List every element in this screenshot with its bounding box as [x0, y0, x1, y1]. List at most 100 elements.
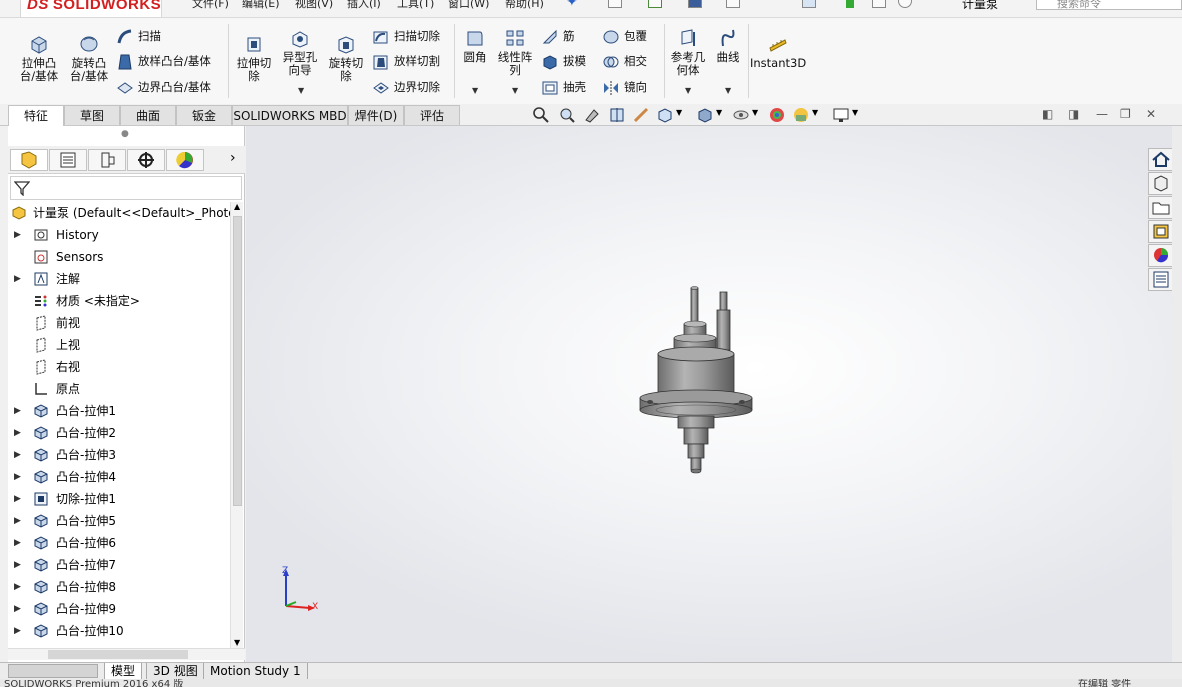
menu-insert[interactable]: 插入(I) — [347, 0, 381, 11]
shell-button[interactable]: 抽壳 — [541, 77, 586, 97]
revolve-cut-button[interactable]: 旋转切 除 — [324, 34, 368, 83]
display-style-icon[interactable] — [696, 106, 714, 124]
expand-arrow-icon[interactable]: ▶ — [14, 620, 21, 642]
extrude-cut-button[interactable]: 拉伸切 除 — [232, 34, 276, 83]
reference-dropdown[interactable]: ▼ — [685, 86, 691, 95]
view-palette-tab[interactable] — [1148, 220, 1174, 243]
tree-node[interactable]: Sensors — [8, 246, 230, 268]
tree-node[interactable]: ▶ 凸台-拉伸8 — [8, 576, 230, 598]
tab-motion-study-1[interactable]: Motion Study 1 — [203, 663, 308, 680]
expand-arrow-icon[interactable]: ▶ — [14, 422, 21, 444]
tree-root-part[interactable]: 计量泵 (Default<<Default>_Photo — [8, 202, 230, 224]
display-style-dropdown[interactable]: ▼ — [716, 108, 722, 117]
open-icon[interactable] — [648, 0, 662, 8]
tab-evaluate[interactable]: 评估 — [404, 105, 460, 125]
featuremanager-tab[interactable] — [10, 149, 48, 171]
new-document-icon[interactable] — [608, 0, 622, 8]
expand-arrow-icon[interactable]: ▶ — [14, 510, 21, 532]
expand-arrow-icon[interactable]: ▶ — [14, 576, 21, 598]
save-icon[interactable] — [688, 0, 702, 8]
tree-node[interactable]: ▶ 凸台-拉伸1 — [8, 400, 230, 422]
tab-weldments[interactable]: 焊件(D) — [348, 105, 404, 125]
restore-icon[interactable]: ❐ — [1120, 107, 1131, 121]
tree-node[interactable]: 上视 — [8, 334, 230, 356]
tab-surfaces[interactable]: 曲面 — [120, 105, 176, 125]
select-icon[interactable] — [802, 0, 816, 8]
apply-scene-icon[interactable] — [792, 106, 810, 124]
menu-window[interactable]: 窗口(W) — [448, 0, 489, 11]
design-library-tab[interactable] — [1148, 172, 1174, 195]
expand-arrow-icon[interactable]: ▶ — [14, 444, 21, 466]
previous-view-icon[interactable] — [584, 106, 602, 124]
tab-sketch[interactable]: 草图 — [64, 105, 120, 125]
panel-tabs-more-icon[interactable]: › — [230, 150, 236, 166]
menu-file[interactable]: 文件(F) — [192, 0, 229, 11]
graphics-area[interactable]: ▼ ▼ ▼ ▼ ▼ ◧ ◨ — ❐ ✕ Z X — [246, 107, 1172, 662]
expand-arrow-icon[interactable]: ▶ — [14, 268, 21, 290]
zoom-to-area-icon[interactable] — [558, 106, 576, 124]
tree-node[interactable]: ▶ 凸台-拉伸6 — [8, 532, 230, 554]
expand-arrow-icon[interactable]: ▶ — [14, 598, 21, 620]
sweep-cut-button[interactable]: 扫描切除 — [372, 26, 440, 46]
reference-geometry-button[interactable]: 参考几 何体 — [668, 28, 708, 77]
tree-node[interactable]: ▶ 凸台-拉伸7 — [8, 554, 230, 576]
menu-view[interactable]: 视图(V) — [295, 0, 333, 11]
tree-scrollbar[interactable]: ▲ ▼ — [230, 202, 243, 650]
menu-edit[interactable]: 编辑(E) — [242, 0, 280, 11]
sweep-button[interactable]: 扫描 — [116, 26, 161, 46]
tab-features[interactable]: 特征 — [8, 105, 64, 126]
scroll-down-icon[interactable]: ▼ — [234, 638, 240, 647]
tile-right-icon[interactable]: ◨ — [1068, 107, 1079, 121]
tree-node[interactable]: ▶ 凸台-拉伸2 — [8, 422, 230, 444]
fillet-dropdown[interactable]: ▼ — [472, 86, 478, 95]
part-model[interactable] — [636, 284, 766, 476]
tree-node[interactable]: 原点 — [8, 378, 230, 400]
scene-dropdown[interactable]: ▼ — [812, 108, 818, 117]
displaymanager-tab[interactable] — [166, 149, 204, 171]
loft-boss-button[interactable]: 放样凸台/基体 — [116, 51, 211, 71]
tree-node[interactable]: 右视 — [8, 356, 230, 378]
fillet-button[interactable]: 圆角 — [458, 28, 492, 64]
tree-filter-input[interactable] — [10, 176, 242, 200]
expand-arrow-icon[interactable]: ▶ — [14, 400, 21, 422]
expand-arrow-icon[interactable]: ▶ — [14, 532, 21, 554]
panel-resize-handle[interactable]: ● — [121, 129, 129, 139]
zoom-to-fit-icon[interactable] — [532, 106, 550, 124]
search-commands-input[interactable]: 搜索命令 — [1036, 0, 1182, 10]
tab-mbd[interactable]: SOLIDWORKS MBD — [232, 105, 348, 125]
rib-button[interactable]: 筋 — [541, 26, 575, 46]
tab-model[interactable]: 模型 — [104, 663, 143, 680]
tree-scrollbar-thumb[interactable] — [233, 216, 242, 506]
expand-arrow-icon[interactable]: ▶ — [14, 488, 21, 510]
dimxpert-tab[interactable] — [127, 149, 165, 171]
pin-icon[interactable]: ✦ — [566, 0, 578, 10]
menu-help[interactable]: 帮助(H) — [505, 0, 544, 11]
tree-node[interactable]: 材质 <未指定> — [8, 290, 230, 312]
close-icon[interactable]: ✕ — [1146, 107, 1156, 121]
wrap-button[interactable]: 包覆 — [602, 26, 647, 46]
edit-appearance-icon[interactable] — [768, 106, 786, 124]
extrude-boss-button[interactable]: 拉伸凸 台/基体 — [16, 34, 62, 83]
tree-node[interactable]: ▶ 凸台-拉伸3 — [8, 444, 230, 466]
custom-properties-tab[interactable] — [1148, 268, 1174, 291]
expand-arrow-icon[interactable]: ▶ — [14, 224, 21, 246]
tab-3d-view[interactable]: 3D 视图 — [146, 663, 205, 680]
minimize-icon[interactable]: — — [1096, 107, 1108, 121]
tree-node[interactable]: ▶ 凸台-拉伸4 — [8, 466, 230, 488]
tab-scroll-arrows[interactable] — [8, 664, 98, 678]
mirror-button[interactable]: 镜向 — [602, 77, 647, 97]
hide-show-items-icon[interactable] — [732, 106, 750, 124]
tree-hscroll-thumb[interactable] — [48, 650, 188, 659]
tree-node[interactable]: ▶ 凸台-拉伸10 — [8, 620, 230, 642]
loft-cut-button[interactable]: 放样切割 — [372, 51, 440, 71]
tree-node[interactable]: ▶ History — [8, 224, 230, 246]
solidworks-logo[interactable]: DS SOLIDWORKS — [20, 0, 162, 17]
view-orientation-dropdown[interactable]: ▼ — [676, 108, 682, 117]
configurationmanager-tab[interactable] — [88, 149, 126, 171]
tree-node[interactable]: 前视 — [8, 312, 230, 334]
print-icon[interactable] — [726, 0, 740, 8]
hole-wizard-button[interactable]: 异型孔 向导 — [278, 28, 322, 77]
view-settings-dropdown[interactable]: ▼ — [852, 108, 858, 117]
intersect-button[interactable]: 相交 — [602, 51, 647, 71]
tree-node[interactable]: ▶ 凸台-拉伸9 — [8, 598, 230, 620]
